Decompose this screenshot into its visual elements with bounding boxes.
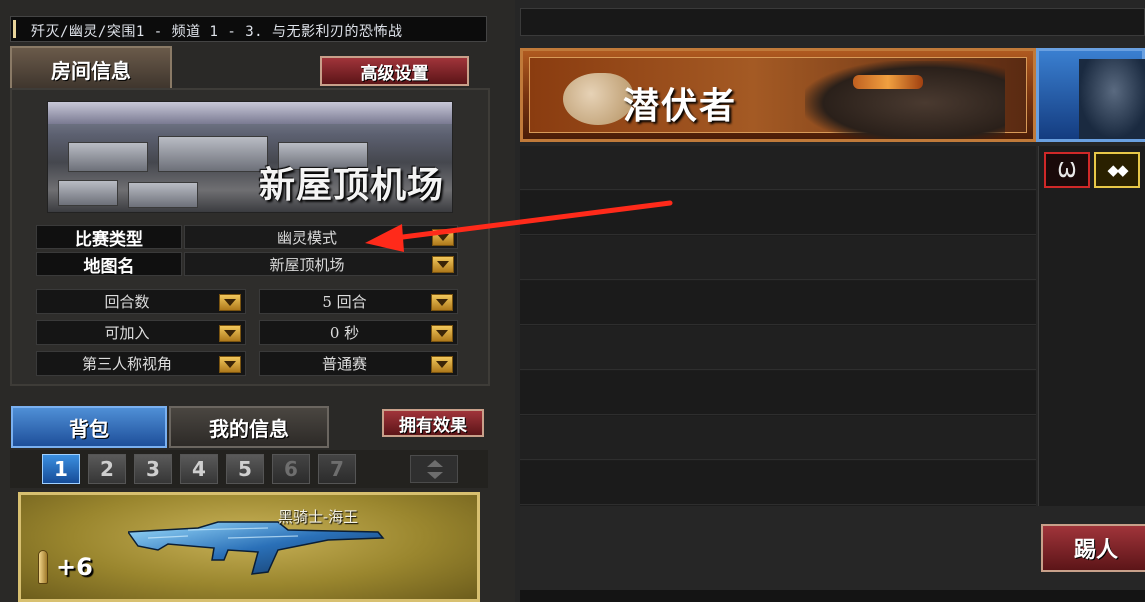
soldier-visor-icon	[853, 75, 923, 89]
tab-my-info[interactable]: 我的信息	[169, 406, 329, 448]
player-slot[interactable]	[520, 326, 1036, 370]
map-building-block	[128, 182, 198, 208]
advanced-settings-button[interactable]: 高级设置	[320, 56, 469, 86]
bag-scroll-control[interactable]	[410, 455, 458, 483]
team-banner-infiltrator: 潜伏者	[520, 48, 1036, 142]
view-mode-select[interactable]: 第三人称视角	[36, 351, 246, 376]
rounds-value-dropdown-icon[interactable]	[431, 294, 453, 311]
map-building-block	[58, 180, 118, 206]
joinable-select[interactable]: 可加入	[36, 320, 246, 345]
rounds-select[interactable]: 回合数	[36, 289, 246, 314]
view-mode-label: 第三人称视角	[81, 355, 172, 373]
ammo-icon	[38, 550, 48, 584]
vip-badge-icon: ◆◆	[1094, 152, 1140, 188]
map-name-dropdown-icon[interactable]	[432, 256, 454, 273]
bag-page-6[interactable]: 6	[272, 454, 310, 484]
match-type-value: 幽灵模式	[276, 228, 337, 247]
rank-badge-icon: Ѡ	[1044, 152, 1090, 188]
player-slot[interactable]	[520, 236, 1036, 280]
map-name-select[interactable]: 新屋顶机场	[184, 252, 458, 276]
player-slot[interactable]	[520, 461, 1036, 505]
scroll-up-icon[interactable]	[427, 460, 443, 467]
opponent-soldier-icon	[1079, 59, 1145, 139]
map-building-block	[68, 142, 148, 172]
joinable-label: 可加入	[104, 324, 150, 342]
soldier-portrait-icon	[805, 61, 1005, 139]
scroll-down-icon[interactable]	[427, 472, 443, 479]
player-slot-list	[520, 146, 1036, 506]
team-banner-label: 潜伏者	[623, 86, 738, 127]
view-mode-dropdown-icon[interactable]	[219, 356, 241, 373]
rounds-label: 回合数	[104, 293, 150, 311]
map-roof-decoration	[48, 102, 452, 124]
map-name-label: 地图名	[36, 252, 182, 277]
joinable-time-dropdown-icon[interactable]	[431, 325, 453, 342]
match-type-dropdown-icon[interactable]	[432, 229, 454, 246]
player-slot[interactable]	[520, 281, 1036, 325]
player-slot[interactable]	[520, 191, 1036, 235]
tab-bag[interactable]: 背包	[11, 406, 167, 448]
match-type-select[interactable]: 幽灵模式	[184, 225, 458, 249]
bag-page-1[interactable]: 1	[42, 454, 80, 484]
tab-room-info-label: 房间信息	[51, 58, 131, 83]
match-mode-select[interactable]: 普通赛	[259, 351, 458, 376]
weapon-name: 黑骑士-海王	[278, 508, 359, 526]
title-bar-accent	[13, 20, 16, 38]
match-type-label: 比赛类型	[36, 225, 182, 250]
map-building-block	[158, 136, 268, 172]
joinable-dropdown-icon[interactable]	[219, 325, 241, 342]
right-top-bar	[520, 8, 1145, 36]
match-mode-value: 普通赛	[321, 355, 367, 373]
room-title-text: 歼灭/幽灵/突围1 - 频道 1 - 3. 与无影利刃的恐怖战	[31, 24, 403, 40]
map-preview-image: 新屋顶机场	[47, 101, 453, 213]
tab-room-info[interactable]: 房间信息	[10, 46, 172, 90]
kick-player-button[interactable]: 踢人	[1041, 524, 1145, 572]
owned-effects-button[interactable]: 拥有效果	[382, 409, 484, 437]
rounds-value: 5 回合	[322, 293, 367, 311]
bag-page-4[interactable]: 4	[180, 454, 218, 484]
player-slot[interactable]	[520, 416, 1036, 460]
rounds-dropdown-icon[interactable]	[219, 294, 241, 311]
room-title-bar: 歼灭/幽灵/突围1 - 频道 1 - 3. 与无影利刃的恐怖战	[10, 16, 487, 42]
map-name-value: 新屋顶机场	[269, 255, 345, 274]
bag-page-2[interactable]: 2	[88, 454, 126, 484]
bag-page-3[interactable]: 3	[134, 454, 172, 484]
team-banner-opponent	[1036, 48, 1145, 142]
bag-page-5[interactable]: 5	[226, 454, 264, 484]
rounds-value-select[interactable]: 5 回合	[259, 289, 458, 314]
match-mode-dropdown-icon[interactable]	[431, 356, 453, 373]
joinable-time-select[interactable]: 0 秒	[259, 320, 458, 345]
joinable-time-value: 0 秒	[329, 324, 360, 342]
player-slot[interactable]	[520, 146, 1036, 190]
opponent-slot-list	[1038, 146, 1145, 506]
bottom-strip	[520, 590, 1145, 602]
bag-page-7[interactable]: 7	[318, 454, 356, 484]
player-slot[interactable]	[520, 371, 1036, 415]
map-preview-title: 新屋顶机场	[258, 165, 444, 206]
ammo-bonus: +6	[56, 553, 93, 581]
